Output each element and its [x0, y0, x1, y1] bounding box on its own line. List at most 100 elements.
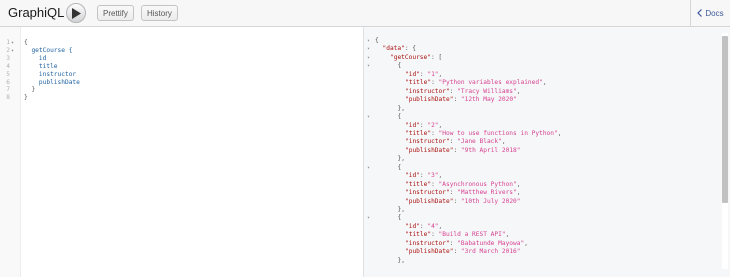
json-key: "instructor"	[405, 138, 450, 146]
fold-arrow-icon[interactable]: ▾	[367, 54, 370, 62]
json-punctuation: :	[453, 248, 461, 256]
result-line: ▾ "data": {	[364, 45, 704, 53]
json-punctuation: {	[397, 163, 402, 171]
json-punctuation: ,	[542, 79, 547, 87]
json-string-value: "Build a REST API"	[438, 231, 506, 239]
result-line: ▾{	[364, 62, 704, 70]
result-line: "title": "How to use functions in Python…	[364, 130, 704, 138]
line-number: 8	[6, 94, 10, 102]
query-line: 4 title	[0, 63, 364, 71]
history-button[interactable]: History	[141, 5, 178, 21]
json-string-value: "Python variables explained"	[438, 79, 543, 87]
json-punctuation: {	[397, 113, 402, 121]
result-line: "title": "Python variables explained",	[364, 79, 704, 87]
json-punctuation: :	[431, 180, 439, 188]
fold-arrow-icon[interactable]: ▾	[367, 37, 370, 45]
json-key: "instructor"	[405, 87, 450, 95]
json-string-value: "2"	[427, 121, 439, 129]
json-punctuation: {	[397, 214, 402, 222]
json-string-value: "1"	[427, 70, 439, 78]
fold-arrow-icon[interactable]: ▾	[11, 39, 14, 47]
fold-arrow-icon[interactable]: ▾	[367, 214, 370, 222]
result-line: "publishDate": "10th July 2020"	[364, 198, 704, 206]
chevron-left-icon	[697, 9, 703, 17]
result-line: "id": "4",	[364, 223, 704, 231]
json-punctuation: :	[431, 231, 439, 239]
json-punctuation: ,	[438, 70, 443, 78]
result-code-text: "title": "Python variables explained",	[405, 79, 547, 87]
query-line: 3 id	[0, 55, 364, 63]
result-line: },	[364, 257, 704, 265]
query-editor[interactable]: 1 ▾{2 ▾ getCourse {3 id 4 title 5 instructor…	[0, 27, 364, 277]
result-code-text: },	[398, 206, 405, 214]
json-key: "title"	[405, 129, 432, 137]
result-code-text: {	[398, 214, 402, 222]
result-code-text: },	[398, 105, 405, 113]
json-string-value: "Tracy Williams"	[457, 87, 517, 95]
json-key: "instructor"	[405, 189, 450, 197]
result-line: },	[364, 155, 704, 163]
result-code-text: "instructor": "Tracy Williams",	[405, 88, 521, 96]
fold-arrow-icon[interactable]: ▾	[11, 47, 14, 55]
json-key: "data"	[382, 45, 405, 53]
query-code-text: }	[24, 94, 28, 102]
result-line: "instructor": "Tracy Williams",	[364, 88, 704, 96]
result-line: "id": "1",	[364, 71, 704, 79]
fold-arrow-icon[interactable]: ▾	[367, 45, 370, 53]
json-key: "publishDate"	[405, 197, 454, 205]
result-code-text: "instructor": "Matthew Rivers",	[405, 189, 521, 197]
json-string-value: "4"	[427, 222, 439, 230]
result-line: "publishDate": "9th April 2018"	[364, 147, 704, 155]
fold-arrow-icon[interactable]: ▾	[367, 113, 370, 121]
result-code-text: {	[398, 164, 402, 172]
json-key: "id"	[405, 121, 420, 129]
docs-button[interactable]: Docs	[690, 0, 730, 26]
json-punctuation: :	[431, 79, 439, 87]
result-line: },	[364, 206, 704, 214]
result-code-text: "data": {	[383, 45, 417, 53]
result-line: "instructor": "Jane Black",	[364, 138, 704, 146]
json-punctuation: : {	[404, 45, 417, 53]
json-punctuation: },	[397, 155, 405, 163]
query-line: 2 ▾ getCourse {	[0, 47, 364, 55]
json-punctuation: ,	[516, 189, 521, 197]
prettify-button[interactable]: Prettify	[97, 5, 134, 21]
json-key: "id"	[405, 172, 420, 180]
result-code-text: "id": "2",	[405, 122, 442, 130]
json-string-value: "3"	[427, 172, 439, 180]
fold-arrow-icon[interactable]: ▾	[367, 164, 370, 172]
json-punctuation: :	[431, 129, 439, 137]
docs-label: Docs	[705, 8, 724, 18]
fold-arrow-icon[interactable]: ▾	[367, 62, 370, 70]
result-line: ▾{	[364, 37, 704, 45]
result-code-text: "id": "4",	[405, 223, 442, 231]
json-punctuation: },	[397, 206, 405, 213]
line-number: 3	[6, 54, 10, 62]
result-line: ▾{	[364, 214, 704, 222]
line-number: 5	[6, 70, 10, 78]
json-key: "publishDate"	[405, 248, 454, 256]
json-key: "getCourse"	[390, 53, 431, 61]
line-number: 2	[6, 46, 10, 54]
json-punctuation: : [	[430, 53, 443, 61]
line-number: 6	[6, 78, 10, 86]
json-punctuation: ,	[524, 239, 528, 247]
execute-query-button[interactable]	[66, 3, 86, 23]
result-code-text: "title": "How to use functions in Python…	[405, 130, 561, 138]
result-code-text: {	[375, 37, 379, 45]
result-viewer: ▾{▾ "data": {▾ "getCourse": [▾{"id": "1", "…	[364, 27, 730, 277]
json-string-value: "Babatunde Mayowa"	[457, 239, 525, 247]
json-string-value: "10th July 2020"	[460, 197, 521, 205]
result-line: "publishDate": "12th May 2020"	[364, 96, 704, 104]
result-line: ▾{	[364, 113, 704, 121]
result-line: },	[364, 105, 704, 113]
result-code-text: "getCourse": [	[390, 54, 442, 62]
result-code-text: "title": "Asynchronous Python",	[405, 181, 521, 189]
json-punctuation: {	[397, 62, 402, 70]
json-key: "title"	[405, 180, 432, 188]
result-code-text: {	[398, 113, 402, 121]
result-scrollbar-thumb[interactable]	[722, 36, 728, 203]
result-code-text: "publishDate": "10th July 2020"	[405, 198, 521, 206]
query-code-text: title	[24, 62, 58, 70]
result-line: ▾ "getCourse": [	[364, 54, 704, 62]
